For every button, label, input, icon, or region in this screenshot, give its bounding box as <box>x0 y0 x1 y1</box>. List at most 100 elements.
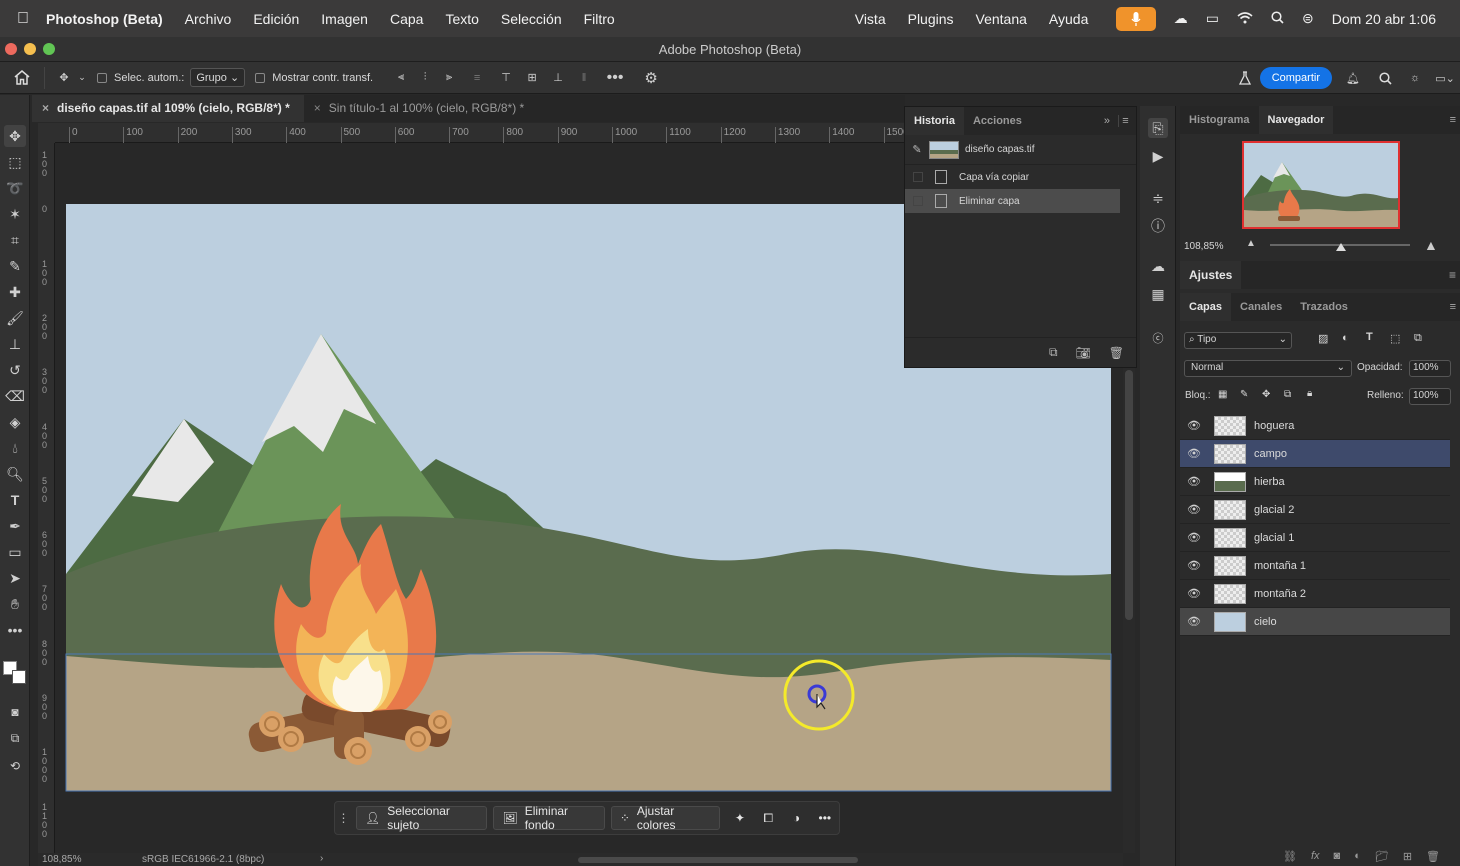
lock-transparent-icon[interactable]: ▦ <box>1218 389 1227 400</box>
close-window-button[interactable] <box>5 43 17 55</box>
background-color-swatch[interactable] <box>12 670 26 684</box>
tab-document-1[interactable]: × diseño capas.tif al 109% (cielo, RGB/8*… <box>32 95 304 122</box>
bell-icon[interactable]: 🔔︎ <box>1336 72 1370 85</box>
search-icon[interactable] <box>1370 71 1400 85</box>
zoom-in-icon[interactable]: ▲ <box>1424 237 1438 253</box>
more-options-icon[interactable]: ••• <box>597 69 633 87</box>
brush-tool-icon[interactable]: 🖌︎ <box>4 307 26 329</box>
blur-tool-icon[interactable]: 💧︎ <box>4 437 26 459</box>
info-icon[interactable]: ⓘ <box>1148 216 1168 236</box>
menu-filtro[interactable]: Filtro <box>584 11 615 27</box>
history-brush-icon[interactable]: ✎ <box>905 143 929 156</box>
menu-capa[interactable]: Capa <box>390 11 423 27</box>
layer-row-montana-2[interactable]: 👁︎ montaña 2 <box>1180 580 1450 608</box>
lasso-tool-icon[interactable]: ➰ <box>4 177 26 199</box>
spotlight-search-icon[interactable] <box>1271 10 1284 27</box>
minimize-window-button[interactable] <box>24 43 36 55</box>
layer-mask-icon[interactable]: ◙ <box>1334 850 1341 862</box>
zoom-slider[interactable] <box>1270 243 1410 251</box>
history-brush-tool-icon[interactable]: ↺ <box>4 359 26 381</box>
table-icon[interactable]: ▦ <box>1148 284 1168 304</box>
menu-imagen[interactable]: Imagen <box>321 11 368 27</box>
history-snapshot[interactable]: ✎ diseño capas.tif <box>905 135 1136 165</box>
layer-row-glacial-1[interactable]: 👁︎ glacial 1 <box>1180 524 1450 552</box>
screen-mode-icon[interactable]: ⧉ <box>4 727 26 749</box>
filter-adjustment-icon[interactable]: ◐ <box>1342 332 1349 344</box>
align-left-icon[interactable]: ⫷ <box>389 71 413 84</box>
properties-icon[interactable]: ≑ <box>1148 188 1168 208</box>
navigator-preview[interactable] <box>1242 141 1400 229</box>
history-panel-icon[interactable]: ⎘ <box>1148 118 1168 138</box>
auto-select-dropdown[interactable]: Grupo ⌄ <box>190 68 246 87</box>
lightbulb-icon[interactable]: ☼ <box>1400 72 1430 84</box>
wifi-icon[interactable] <box>1237 11 1253 27</box>
adjustment-layer-icon[interactable]: ◐ <box>1354 850 1361 862</box>
distribute-icon[interactable]: ≡ <box>461 72 493 84</box>
menu-archivo[interactable]: Archivo <box>185 11 232 27</box>
tab-histograma[interactable]: Histograma <box>1180 106 1259 134</box>
tab-trazados[interactable]: Trazados <box>1291 293 1357 321</box>
content-credentials-icon[interactable]: ⓒ <box>1148 328 1168 348</box>
eye-icon[interactable]: 👁︎ <box>1180 615 1208 628</box>
battery-icon[interactable]: ▭ <box>1206 10 1219 27</box>
move-tool-icon[interactable]: ✥ <box>53 71 75 84</box>
generative-tool-icon[interactable]: ⟲ <box>4 755 26 777</box>
tab-ajustes[interactable]: Ajustes <box>1180 261 1242 289</box>
menu-vista[interactable]: Vista <box>855 11 886 27</box>
trash-icon[interactable]: 🗑︎ <box>1426 850 1440 863</box>
transform-icon[interactable]: ⧠ <box>754 811 782 826</box>
paint-bucket-tool-icon[interactable]: ◈ <box>4 411 26 433</box>
labs-flask-icon[interactable] <box>1230 71 1260 85</box>
distribute-vertical-icon[interactable]: ‖ <box>571 72 597 84</box>
workspace-icon[interactable]: ▭⌄ <box>1430 72 1460 85</box>
history-step-active[interactable]: Eliminar capa <box>905 189 1120 213</box>
marquee-tool-icon[interactable]: ⬚ <box>4 151 26 173</box>
menu-seleccion[interactable]: Selección <box>501 11 562 27</box>
menu-plugins[interactable]: Plugins <box>908 11 954 27</box>
more-options-icon[interactable]: ••• <box>811 811 839 825</box>
new-document-from-state-icon[interactable]: ⧉ <box>1049 345 1058 360</box>
opacity-field[interactable]: 100% <box>1409 360 1451 377</box>
chevron-down-icon[interactable]: ⌄ <box>75 72 89 83</box>
menu-app-name[interactable]: Photoshop (Beta) <box>46 11 163 27</box>
horizontal-scroll-thumb[interactable] <box>578 857 858 863</box>
link-layers-icon[interactable]: ⛓ <box>1283 850 1297 863</box>
more-tools-icon[interactable]: ••• <box>4 619 26 641</box>
select-subject-button[interactable]: 👤︎ Seleccionar sujeto <box>355 804 488 832</box>
eye-icon[interactable]: 👁︎ <box>1180 587 1208 600</box>
path-selection-tool-icon[interactable]: ➤ <box>4 567 26 589</box>
auto-select-checkbox[interactable] <box>97 72 107 83</box>
actions-play-icon[interactable]: ▶ <box>1148 146 1168 166</box>
creative-cloud-icon[interactable]: ☁ <box>1174 10 1188 27</box>
filter-type-icon[interactable]: T <box>1366 331 1373 343</box>
tab-canales[interactable]: Canales <box>1231 293 1291 321</box>
control-center-icon[interactable]: ⊜ <box>1302 10 1314 27</box>
show-transform-checkbox[interactable] <box>255 72 266 83</box>
lock-artboard-icon[interactable]: ⧉ <box>1284 389 1291 400</box>
new-layer-icon[interactable]: ⊞ <box>1403 850 1412 863</box>
apple-icon[interactable]:  <box>0 10 46 28</box>
status-color-profile[interactable]: sRGB IEC61966-2.1 (8bpc) <box>142 854 264 865</box>
layer-filter-dropdown[interactable]: ⌕ Tipo ⌄ <box>1184 332 1292 349</box>
magic-icon[interactable]: ✦ <box>726 811 754 825</box>
adjust-colors-button[interactable]: ⁘ Ajustar colores <box>610 804 720 832</box>
layer-style-icon[interactable]: fx <box>1311 850 1320 862</box>
magic-wand-tool-icon[interactable]: ✶ <box>4 203 26 225</box>
microphone-icon[interactable] <box>1115 6 1156 31</box>
tab-acciones[interactable]: Acciones <box>964 107 1031 135</box>
panel-menu-icon[interactable]: ≡ <box>1449 268 1456 282</box>
navigator-zoom[interactable]: 108,85% <box>1184 241 1223 252</box>
filter-shape-icon[interactable]: ⬚ <box>1390 332 1400 345</box>
tab-navegador[interactable]: Navegador <box>1258 106 1334 134</box>
gear-icon[interactable]: ⚙ <box>633 69 669 87</box>
zoom-slider-thumb[interactable] <box>1336 243 1346 251</box>
stamp-tool-icon[interactable]: ⊥ <box>4 333 26 355</box>
type-tool-icon[interactable]: T <box>4 489 26 511</box>
eye-icon[interactable]: 👁︎ <box>1180 447 1208 460</box>
crop-tool-icon[interactable]: ⌗ <box>4 229 26 251</box>
eye-icon[interactable]: 👁︎ <box>1180 503 1208 516</box>
remove-background-button[interactable]: 🖼︎ Eliminar fondo <box>493 804 605 832</box>
trash-icon[interactable]: 🗑︎ <box>1109 346 1124 360</box>
status-zoom[interactable]: 108,85% <box>42 854 81 865</box>
align-top-icon[interactable]: ⊤ <box>493 71 519 84</box>
